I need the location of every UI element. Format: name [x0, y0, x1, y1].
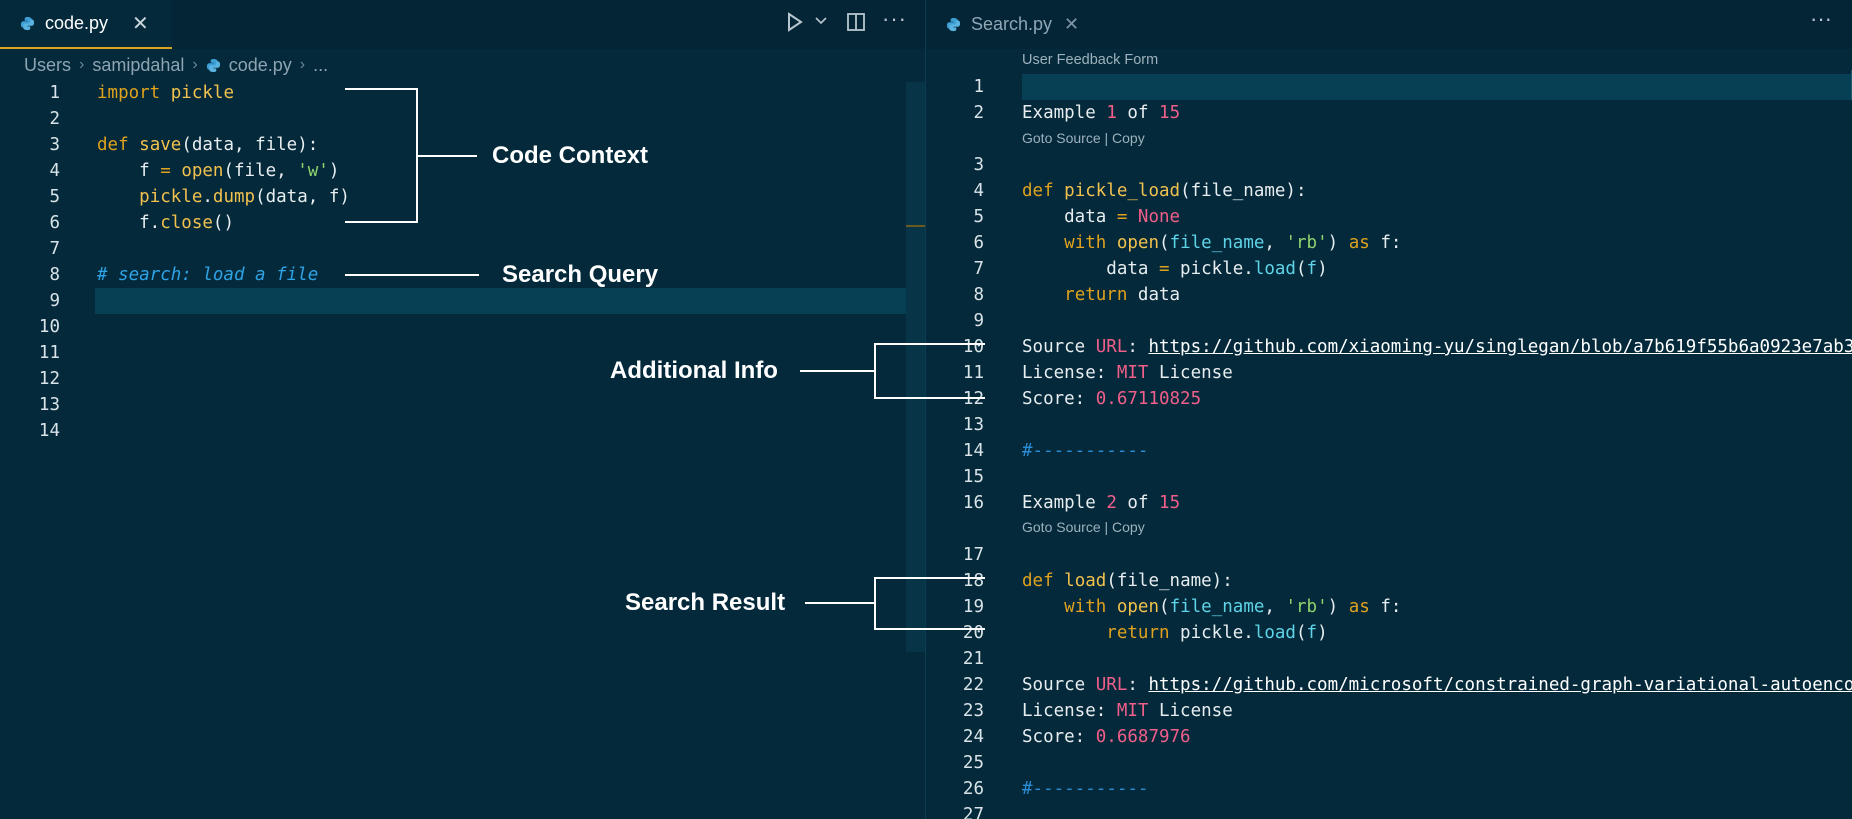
search-query-label: Search Query — [502, 261, 659, 288]
search-result-bracket — [874, 577, 985, 630]
annotation-overlay — [345, 88, 985, 630]
additional-info-bracket — [874, 343, 985, 399]
code-context-label: Code Context — [492, 142, 648, 169]
code-context-bracket — [345, 88, 418, 223]
additional-info-label: Additional Info — [610, 357, 778, 384]
search-result-label: Search Result — [625, 589, 786, 616]
